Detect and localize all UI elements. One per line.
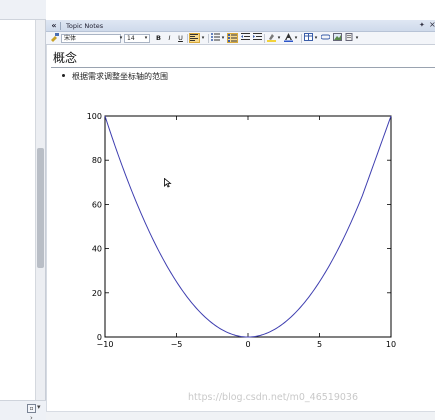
y-tick-label: 60 [92,200,102,209]
y-tick-label: 0 [97,333,102,342]
y-tick-label: 80 [92,156,102,165]
x-tick-label: 5 [317,340,322,349]
x-tick-label: 10 [386,340,396,349]
x-tick-label: −5 [171,340,183,349]
series-line [104,115,392,338]
y-tick-label: 20 [92,289,102,298]
y-tick-label: 40 [92,245,102,254]
horizontal-scrollbar[interactable] [46,411,435,420]
y-tick-label: 100 [87,112,102,121]
chart: −10 −5 0 5 10020406080100 [87,112,396,349]
mouse-cursor-icon [164,178,172,188]
x-tick-label: 0 [245,340,250,349]
plot-frame [104,115,392,338]
watermark: https://blog.csdn.net/m0_46519036 [188,392,359,403]
